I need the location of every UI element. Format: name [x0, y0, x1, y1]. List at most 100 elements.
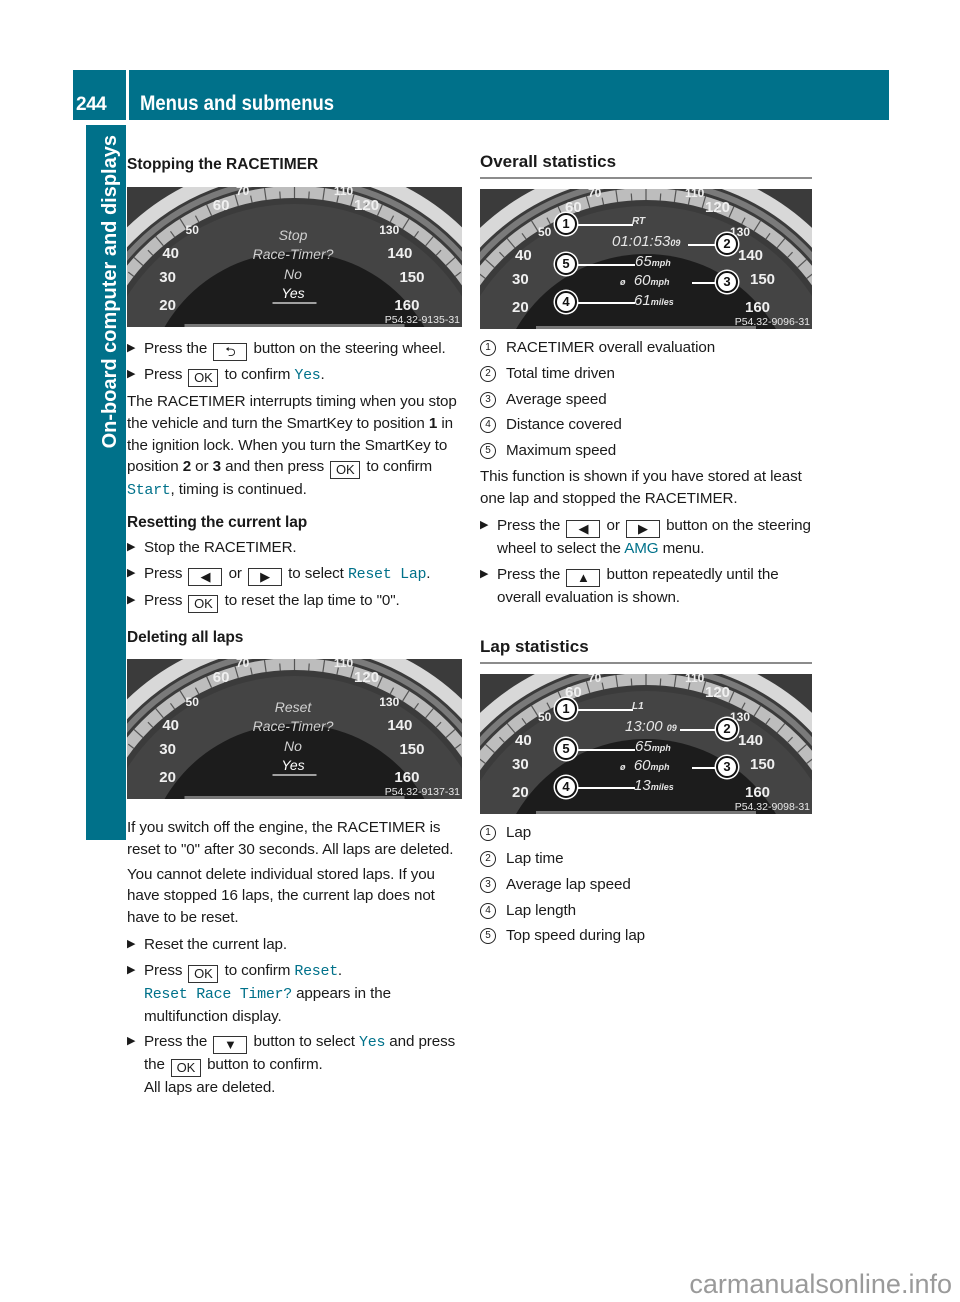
display-value-amg: AMG [624, 539, 659, 557]
legend-lap: 1 Lap 2 Lap time 3 Average lap speed 4 Lap l… [480, 822, 812, 947]
leader-line [680, 729, 718, 732]
callout-5: 5 [555, 738, 577, 761]
display-value-reset: Reset [294, 962, 338, 980]
paragraph-engine-off: If you switch off the engine, the RACETI… [127, 818, 454, 858]
cluster-figure-reset: 20 30 40 50 60 70 110 120 130 140 150 160 Reset Rac… [127, 658, 462, 799]
section-title-overall-statistics: Overall statistics [480, 150, 812, 179]
legend-item: 2 Total time driven [480, 363, 812, 385]
step-confirm-reset: ▶ Press OK to confirm Reset. Reset Race … [127, 961, 391, 1025]
leader-line [575, 302, 635, 304]
step-select-yes: ▶ Press the ▼ button to select Yes and p… [127, 1033, 456, 1097]
paragraph-interrupt: The RACETIMER interrupts timing when you… [127, 393, 457, 500]
left-button-icon: ◀ [188, 567, 223, 586]
bullet-arrow-icon: ▶ [127, 342, 136, 354]
paragraph-cannot-delete: You cannot delete individual stored laps… [127, 865, 435, 927]
stat-label: RT [632, 216, 646, 227]
leader-line [692, 767, 718, 770]
bullet-arrow-icon: ▶ [480, 568, 489, 581]
speed-tick-label: 150 [750, 756, 775, 773]
stat-time: 01:01:5309 [612, 233, 681, 250]
legend-item: 5 Top speed during lap [480, 925, 812, 947]
display-value-reset-lap: Reset Lap [347, 565, 427, 583]
legend-item: 5 Maximum speed [480, 440, 812, 462]
speed-tick-label: 40 [515, 247, 532, 264]
display-value-yes: Yes [294, 367, 321, 384]
speed-tick-label: 110 [334, 659, 354, 670]
speed-tick-label: 60 [213, 669, 230, 686]
bullet-arrow-icon: ▶ [127, 963, 136, 976]
left-column: Stopping the RACETIMER 20 30 40 50 60 70 110 12… [127, 150, 462, 1099]
bottom-bar [184, 324, 405, 327]
display-value-start: Start [127, 482, 171, 500]
speed-tick-label: 160 [394, 769, 419, 786]
up-button-icon: ▲ [566, 569, 601, 588]
page-number-box: 244 [73, 70, 126, 120]
speed-tick-label: 70 [588, 189, 602, 200]
speed-tick-label: 160 [745, 299, 770, 316]
leader-line [575, 709, 633, 712]
speed-tick-label: 120 [705, 684, 730, 701]
bullet-arrow-icon: ▶ [127, 937, 136, 950]
callout-2: 2 [716, 233, 738, 255]
stat-avg-speed: ø 60mph [620, 757, 670, 775]
step-stop-racetimer: ▶ Stop the RACETIMER. [127, 537, 462, 559]
speed-tick-label: 110 [334, 187, 354, 198]
speed-tick-label: 150 [399, 269, 424, 286]
ok-button-icon: OK [188, 369, 219, 387]
callout-4: 4 [555, 291, 577, 313]
display-message-reset-race-timer: Reset Race Timer? [144, 985, 292, 1003]
step-press-back: ▶ Press the ⮌ button on the steering whe… [127, 340, 446, 361]
speed-tick-label: 50 [538, 225, 552, 239]
legend-item: 3 Average speed [480, 389, 812, 411]
stat-avg-speed: ø 60mph [620, 272, 670, 289]
page-number: 244 [76, 94, 107, 115]
leader-line [575, 749, 635, 752]
watermark: carmanualsonline.info [689, 1269, 952, 1299]
speed-tick-label: 60 [213, 197, 230, 214]
bullet-arrow-icon: ▶ [127, 1035, 136, 1048]
cluster-option-yes: Yes [281, 285, 305, 301]
leader-line [575, 224, 633, 226]
ok-button-icon: OK [188, 594, 219, 613]
leader-line [575, 787, 635, 790]
speed-tick-label: 20 [512, 299, 529, 316]
step-select-reset-lap: ▶ Press ◀ or ▶ to select Reset Lap. [127, 564, 431, 586]
cluster-line1: Stop [278, 227, 308, 243]
speed-tick-label: 30 [512, 756, 529, 773]
leader-line [692, 282, 718, 284]
step-press-up: ▶ Press the ▲ button repeatedly until th… [480, 566, 779, 607]
right-button-icon: ▶ [625, 519, 660, 538]
header-bar: Menus and submenus [129, 70, 889, 120]
cluster-option-no: No [284, 737, 302, 754]
right-column: Overall statistics 20 30 40 50 60 70 110 120 130… [480, 150, 812, 947]
speed-tick-label: 140 [738, 247, 763, 264]
speed-tick-label: 120 [354, 669, 379, 686]
down-button-icon: ▼ [213, 1036, 248, 1055]
leader-line [575, 264, 635, 266]
bullet-arrow-icon: ▶ [127, 593, 136, 606]
legend-item: 1 RACETIMER overall evaluation [480, 337, 812, 359]
cluster-line2: Race-Timer? [252, 717, 334, 734]
stat-max-speed: 65mph [635, 738, 671, 756]
legend-overall: 1 RACETIMER overall evaluation 2 Total tim… [480, 337, 812, 609]
callout-2: 2 [716, 718, 738, 741]
legend-item: 1 Lap [480, 822, 812, 844]
section-title-lap-statistics: Lap statistics [480, 635, 812, 665]
cluster-line2: Race-Timer? [252, 246, 334, 262]
stat-distance: 61miles [634, 292, 674, 309]
figure-code: P54.32-9137-31 [384, 785, 460, 798]
speed-tick-label: 30 [159, 269, 176, 286]
speed-tick-label: 120 [354, 197, 379, 214]
speed-tick-label: 140 [738, 732, 763, 749]
speed-tick-label: 160 [745, 784, 770, 801]
bottom-bar [536, 326, 756, 329]
bullet-arrow-icon: ▶ [127, 541, 136, 554]
speed-tick-label: 140 [387, 717, 412, 734]
step-select-amg-menu: ▶ Press the ◀ or ▶ button on the steerin… [480, 516, 811, 557]
speed-tick-label: 110 [685, 674, 705, 685]
section-title-stopping: Stopping the RACETIMER [127, 156, 319, 173]
speed-tick-label: 30 [512, 271, 529, 288]
bottom-bar [536, 811, 756, 815]
legend-item: 4 Distance covered [480, 414, 812, 436]
paragraph-function-shown: This function is shown if you have store… [480, 467, 802, 507]
